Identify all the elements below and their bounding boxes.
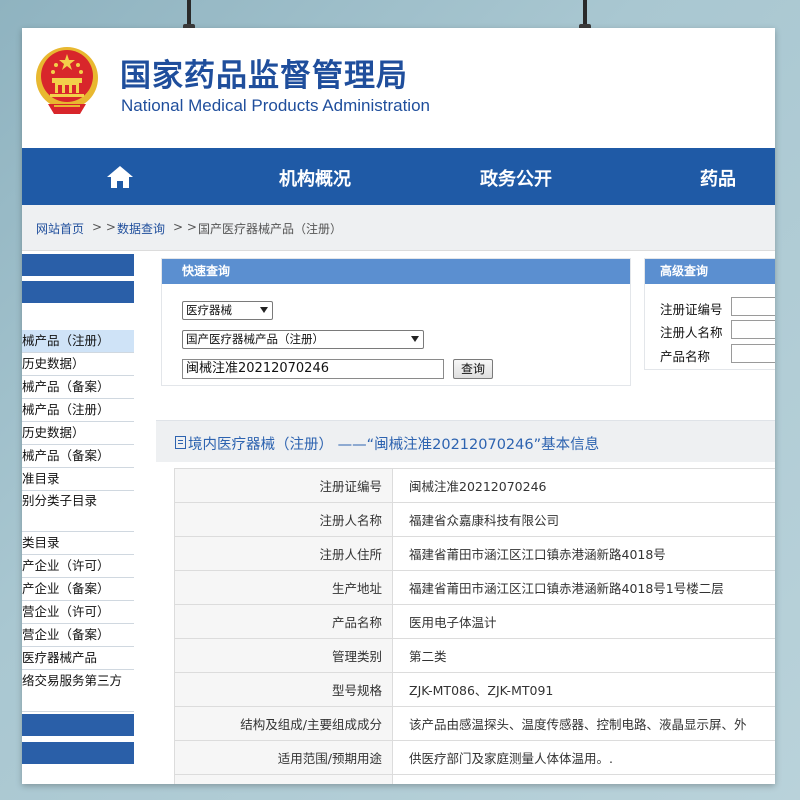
sidebar-item[interactable]: 营企业（备案） [22, 624, 134, 647]
sidebar-section-header[interactable] [22, 281, 134, 304]
table-row: 注册人住所 福建省莆田市涵江区江口镇赤港涵新路4018号 [174, 536, 775, 571]
quick-search-title: 快速查询 [162, 259, 630, 284]
row-key: 生产地址 [174, 570, 393, 605]
advanced-search-panel: 高级查询 注册证编号 注册人名称 产品名称 [644, 258, 775, 370]
keyword-input[interactable]: 闽械注准20212070246 [182, 359, 444, 379]
breadcrumb-separator: > > [173, 220, 197, 234]
quick-search-panel: 快速查询 医疗器械 国产医疗器械产品（注册） 闽械注准20212070246 查… [161, 258, 631, 386]
row-key [174, 774, 393, 784]
row-value: 医用电子体温计 [392, 604, 775, 639]
table-row: 注册证编号 闽械注准20212070246 [174, 468, 775, 503]
chevron-down-icon [260, 307, 268, 313]
sidebar-item[interactable]: 械产品（注册） [22, 399, 134, 422]
row-key: 注册人住所 [174, 536, 393, 571]
product-name-label: 产品名称 [660, 349, 711, 364]
row-key: 适用范围/预期用途 [174, 740, 393, 775]
row-value: 供医疗部门及家庭测量人体体温用。. [392, 740, 775, 775]
home-icon[interactable] [106, 164, 134, 190]
row-value: 福建省莆田市涵江区江口镇赤港涵新路4018号 [392, 536, 775, 571]
sidebar-item[interactable]: 历史数据） [22, 422, 134, 445]
sidebar-item[interactable]: 别分类子目录 [22, 491, 134, 532]
reg-number-input[interactable] [731, 297, 775, 316]
sidebar-item[interactable]: 络交易服务第三方 [22, 670, 134, 712]
sidebar: 械产品（注册） 历史数据） 械产品（备案） 械产品（注册） 历史数据） 械产品（… [22, 254, 134, 784]
product-name-input[interactable] [731, 344, 775, 363]
row-key: 注册证编号 [174, 468, 393, 503]
nav-item-gov-affairs[interactable]: 政务公开 [480, 165, 552, 191]
row-value: 闽械注准20212070246 [392, 468, 775, 503]
sidebar-item[interactable]: 产企业（许可） [22, 555, 134, 578]
main-navbar: 机构概况 政务公开 药品 [22, 148, 775, 205]
row-key: 产品名称 [174, 604, 393, 639]
sidebar-section-header[interactable] [22, 714, 134, 737]
detail-heading-bar: 境内医疗器械（注册） ——“闽械注准20212070246”基本信息 [156, 420, 775, 462]
category-select[interactable]: 医疗器械 [182, 301, 273, 320]
site-header: 国家药品监督管理局 National Medical Products Admi… [22, 28, 775, 148]
sidebar-item[interactable]: 营企业（许可） [22, 601, 134, 624]
sidebar-item[interactable]: 医疗器械产品 [22, 647, 134, 670]
table-row: 管理类别 第二类 [174, 638, 775, 673]
webpage-sheet: 国家药品监督管理局 National Medical Products Admi… [22, 28, 775, 784]
table-row: 生产地址 福建省莆田市涵江区江口镇赤港涵新路4018号1号楼二层 [174, 570, 775, 605]
row-key: 结构及组成/主要组成成分 [174, 706, 393, 741]
sidebar-item[interactable]: 械产品（备案） [22, 376, 134, 399]
row-key: 型号规格 [174, 672, 393, 707]
table-row: 注册人名称 福建省众嘉康科技有限公司 [174, 502, 775, 537]
row-value: 该产品由感温探头、温度传感器、控制电路、液晶显示屏、外 [392, 706, 775, 741]
nav-item-drugs[interactable]: 药品 [700, 165, 736, 191]
table-row: 结构及组成/主要组成成分 该产品由感温探头、温度传感器、控制电路、液晶显示屏、外 [174, 706, 775, 741]
sidebar-item[interactable]: 械产品（备案） [22, 445, 134, 468]
reg-number-label: 注册证编号 [660, 302, 723, 317]
site-title-cn: 国家药品监督管理局 [120, 58, 408, 94]
category-select-value: 医疗器械 [186, 303, 232, 317]
table-row [174, 774, 775, 784]
hanging-pin-right [579, 0, 591, 32]
sidebar-section-header[interactable] [22, 254, 134, 277]
row-key: 注册人名称 [174, 502, 393, 537]
nav-item-org-overview[interactable]: 机构概况 [279, 165, 351, 191]
row-value: 第二类 [392, 638, 775, 673]
query-button[interactable]: 查询 [453, 359, 493, 379]
sidebar-item[interactable]: 历史数据） [22, 353, 134, 376]
breadcrumb-home-link[interactable]: 网站首页 [36, 220, 84, 237]
registrant-name-label: 注册人名称 [660, 325, 723, 340]
row-value: 福建省莆田市涵江区江口镇赤港涵新路4018号1号楼二层 [392, 570, 775, 605]
subcategory-select-value: 国产医疗器械产品（注册） [186, 332, 324, 346]
row-value: ZJK-MT086、ZJK-MT091 [392, 672, 775, 707]
table-row: 型号规格 ZJK-MT086、ZJK-MT091 [174, 672, 775, 707]
table-row: 产品名称 医用电子体温计 [174, 604, 775, 639]
registrant-name-input[interactable] [731, 320, 775, 339]
national-emblem-icon [36, 47, 98, 114]
breadcrumb-separator: > > [92, 220, 116, 234]
detail-table: 注册证编号 闽械注准20212070246 注册人名称 福建省众嘉康科技有限公司 注… [174, 468, 775, 784]
chevron-down-icon [411, 336, 419, 342]
sidebar-section-header[interactable] [22, 742, 134, 765]
row-key: 管理类别 [174, 638, 393, 673]
sidebar-item[interactable]: 准目录 [22, 468, 134, 491]
row-value [392, 774, 775, 784]
advanced-search-title: 高级查询 [645, 259, 775, 284]
sidebar-item[interactable]: 类目录 [22, 532, 134, 555]
detail-heading: 境内医疗器械（注册） ——“闽械注准20212070246”基本信息 [188, 437, 600, 453]
sidebar-item[interactable]: 产企业（备案） [22, 578, 134, 601]
table-row: 适用范围/预期用途 供医疗部门及家庭测量人体体温用。. [174, 740, 775, 775]
row-value: 福建省众嘉康科技有限公司 [392, 502, 775, 537]
breadcrumb: 网站首页 > > 数据查询 > > 国产医疗器械产品（注册） [22, 205, 775, 251]
site-title-en: National Medical Products Administration [121, 96, 430, 115]
sidebar-item-domestic-registered[interactable]: 械产品（注册） [22, 330, 134, 353]
document-icon [175, 436, 186, 449]
breadcrumb-current: 国产医疗器械产品（注册） [198, 222, 343, 236]
subcategory-select[interactable]: 国产医疗器械产品（注册） [182, 330, 424, 349]
breadcrumb-data-query-link[interactable]: 数据查询 [117, 220, 165, 237]
hanging-pin-left [183, 0, 195, 32]
